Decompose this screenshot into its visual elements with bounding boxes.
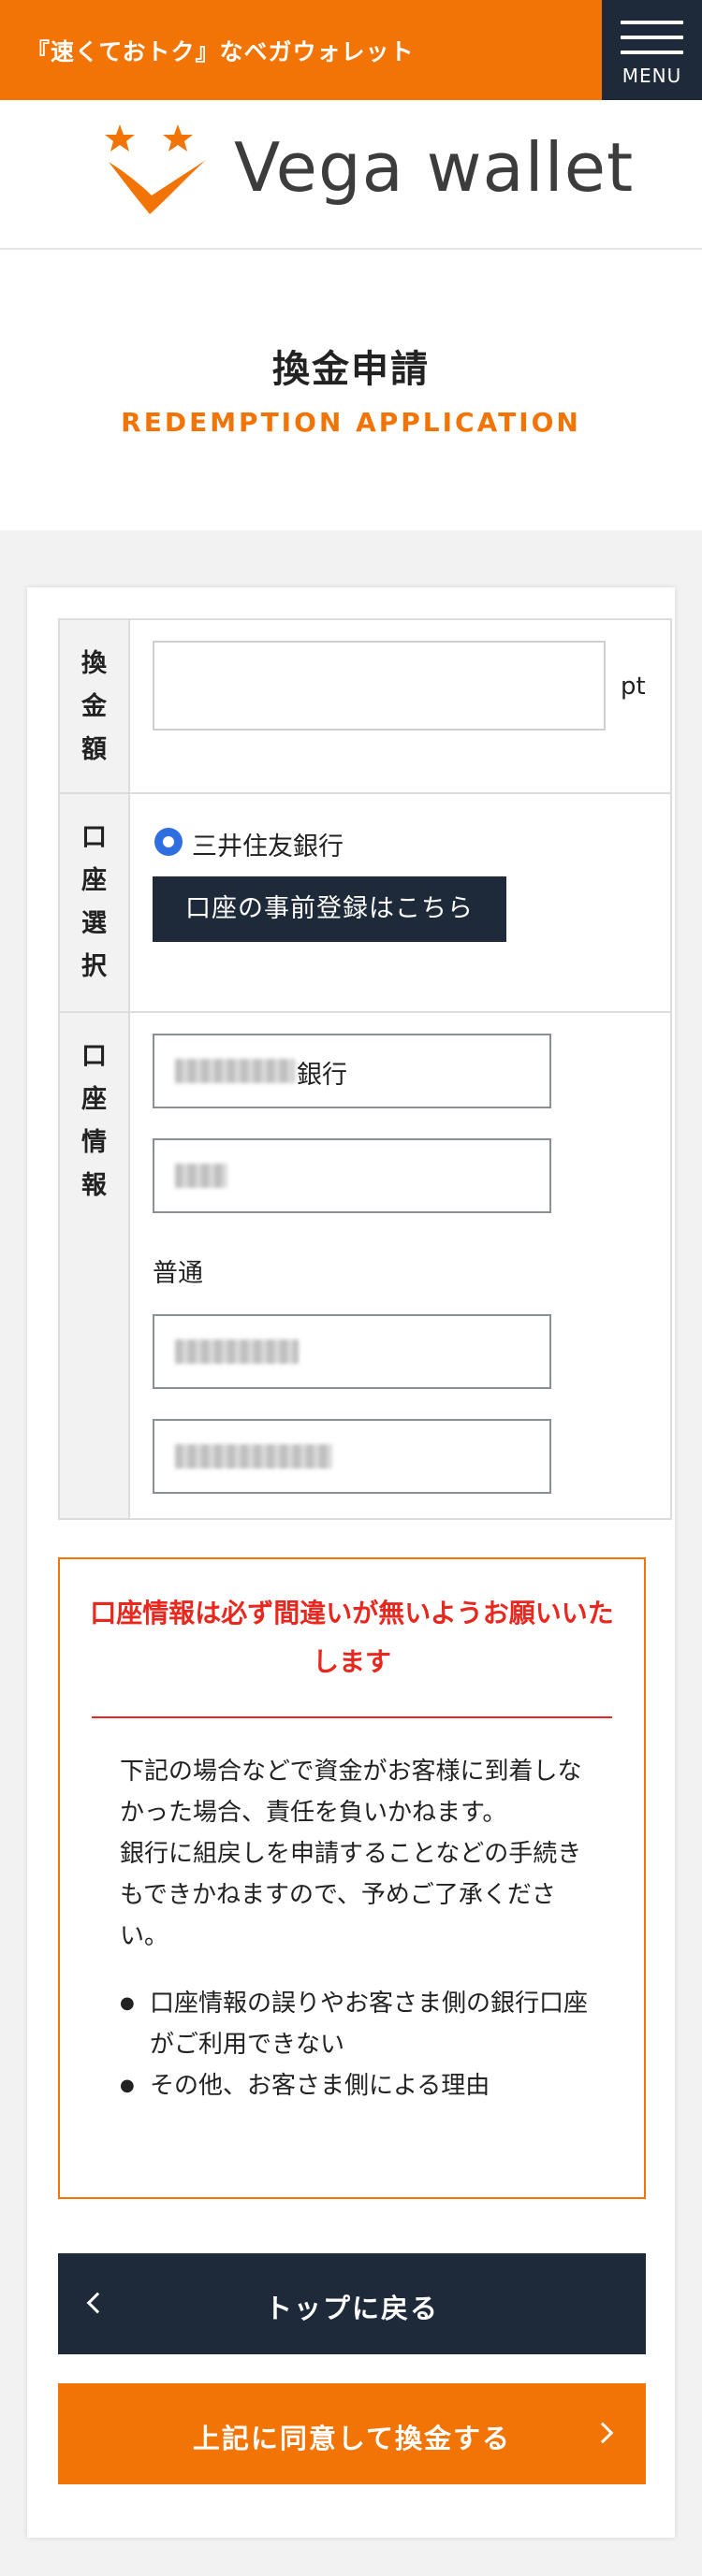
account-holder-field[interactable] [153, 1419, 551, 1494]
amount-unit: pt [621, 673, 646, 701]
bank-radio[interactable] [154, 828, 183, 856]
back-to-top-button[interactable]: トップに戻る [58, 2253, 646, 2354]
account-info-row: 口 座 情 報 銀行 普通 [60, 1013, 670, 1518]
redemption-form-card: 換 金 額 pt 口 座 選 択 三井住友銀行 口座の事前登録はこちら 口 座 … [27, 587, 675, 2538]
account-select-label: 口 座 選 択 [81, 823, 107, 981]
amount-row: 換 金 額 pt [60, 620, 670, 794]
redacted-value [175, 1339, 299, 1364]
branch-name-field[interactable] [153, 1138, 551, 1213]
page-title-section: 換金申請 REDEMPTION APPLICATION [0, 250, 702, 530]
redacted-value [175, 1164, 227, 1188]
notice-body: 下記の場合などで資金がお客様に到着しなかった場合、責任を負いかねます。 銀行に組… [120, 1751, 603, 2106]
site-header: Vega wallet [0, 100, 702, 250]
menu-label: MENU [622, 65, 682, 87]
notice-box: 口座情報は必ず間違いが無いようお願いいたします 下記の場合などで資金がお客様に到… [58, 1557, 646, 2199]
account-type-text: 普通 [153, 1259, 203, 1288]
register-account-button[interactable]: 口座の事前登録はこちら [153, 876, 506, 942]
page-subtitle: REDEMPTION APPLICATION [121, 407, 581, 438]
notice-paragraph: 下記の場合などで資金がお客様に到着しなかった場合、責任を負いかねます。 [120, 1758, 582, 1827]
form-table: 換 金 額 pt 口 座 選 択 三井住友銀行 口座の事前登録はこちら 口 座 … [58, 618, 672, 1520]
notice-list: 口座情報の誤りやお客さま側の銀行口座がご利用できない その他、お客さま側による理… [120, 1983, 603, 2106]
hamburger-icon [621, 21, 683, 65]
account-info-label: 口 座 情 報 [81, 1042, 107, 1200]
account-number-field[interactable] [153, 1314, 551, 1389]
back-button-label: トップに戻る [264, 2293, 439, 2324]
agree-redeem-button[interactable]: 上記に同意して換金する [58, 2383, 646, 2484]
agree-button-label: 上記に同意して換金する [192, 2423, 512, 2454]
bank-suffix: 銀行 [297, 1061, 347, 1090]
notice-list-item: 口座情報の誤りやお客さま側の銀行口座がご利用できない [120, 1983, 603, 2065]
site-tagline: 『速くておトク』なベガウォレット [26, 38, 415, 65]
amount-label: 換 金 額 [81, 649, 107, 764]
vega-logo-icon[interactable] [103, 123, 215, 225]
notice-divider [92, 1716, 612, 1718]
menu-button[interactable]: MENU [602, 0, 702, 100]
notice-paragraph: 銀行に組戻しを申請することなどの手続きもできかねますので、予めご了承ください。 [120, 1840, 582, 1950]
amount-input[interactable] [153, 641, 606, 731]
account-select-row: 口 座 選 択 三井住友銀行 口座の事前登録はこちら [60, 794, 670, 1013]
bank-radio-label[interactable]: 三井住友銀行 [192, 826, 344, 862]
page-title: 換金申請 [272, 348, 430, 391]
logo-text: Vega wallet [234, 128, 635, 207]
redacted-value [175, 1059, 295, 1083]
redacted-value [175, 1444, 332, 1469]
notice-title: 口座情報は必ず間違いが無いようお願いいたします [90, 1598, 614, 1677]
top-bar: 『速くておトク』なベガウォレット MENU [0, 0, 702, 100]
notice-list-item: その他、お客さま側による理由 [120, 2065, 603, 2106]
bank-name-field[interactable]: 銀行 [153, 1034, 551, 1108]
